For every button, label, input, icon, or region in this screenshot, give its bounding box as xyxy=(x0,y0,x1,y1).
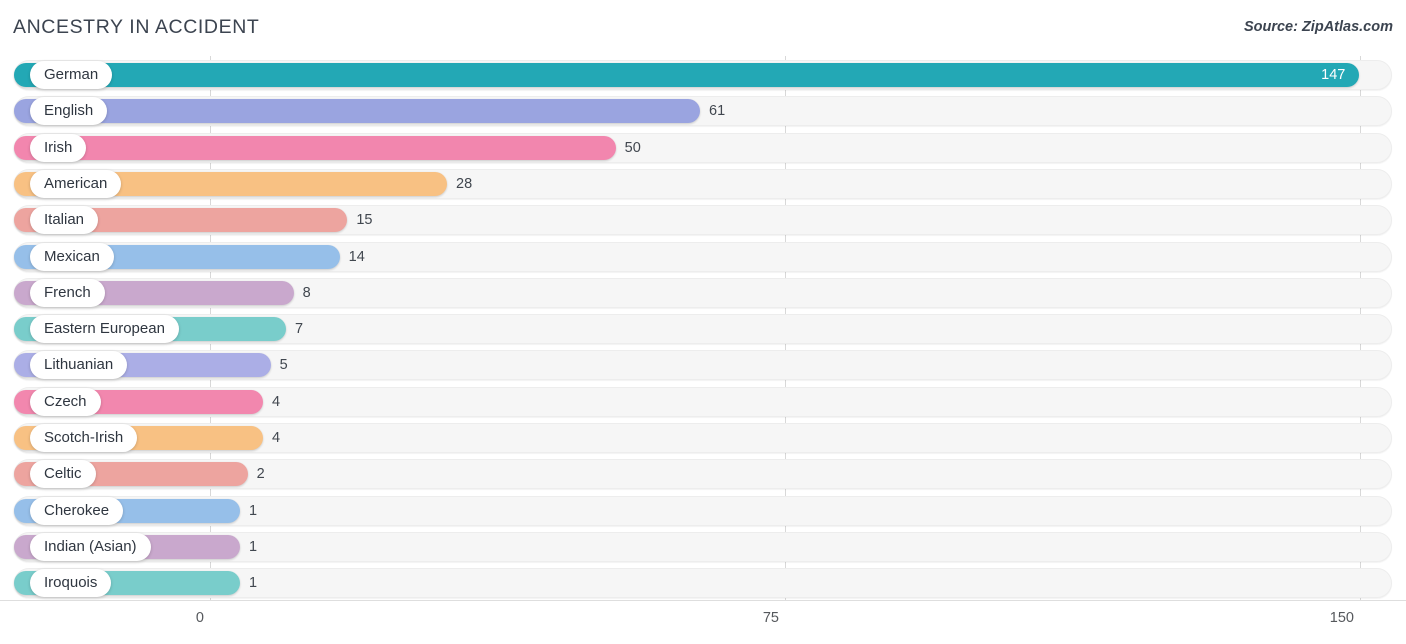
bar-value-label: 61 xyxy=(709,100,725,122)
bar-row[interactable]: Indian (Asian) 1 xyxy=(0,530,1406,566)
bar-row[interactable]: Czech 4 xyxy=(0,385,1406,421)
bar-row[interactable]: Lithuanian 5 xyxy=(0,348,1406,384)
bar-row[interactable]: French 8 xyxy=(0,276,1406,312)
bar-category-label: Lithuanian xyxy=(30,351,127,379)
bar-value-label: 4 xyxy=(272,427,280,449)
bar-category-label: Czech xyxy=(30,388,101,416)
bar-category-label: Italian xyxy=(30,206,98,234)
bar-category-label: Celtic xyxy=(30,460,96,488)
bar-category-label: Mexican xyxy=(30,243,114,271)
bar-value-label: 1 xyxy=(249,536,257,558)
x-tick-label: 150 xyxy=(1330,610,1354,626)
bar-value-label: 28 xyxy=(456,173,472,195)
chart-header: ANCESTRY IN ACCIDENT Source: ZipAtlas.co… xyxy=(0,0,1406,56)
bar-row[interactable]: Eastern European 7 xyxy=(0,312,1406,348)
bar-value-label: 4 xyxy=(272,391,280,413)
x-tick-label: 0 xyxy=(196,610,204,626)
bar-value-label: 5 xyxy=(280,354,288,376)
x-tick-label: 75 xyxy=(763,610,779,626)
bar-row[interactable]: Italian 15 xyxy=(0,203,1406,239)
bar-english[interactable] xyxy=(14,99,700,123)
bar-value-label: 8 xyxy=(303,282,311,304)
bar-value-label: 147 xyxy=(1321,64,1345,86)
bar-category-label: Irish xyxy=(30,134,86,162)
x-axis: 0 75 150 xyxy=(0,601,1406,644)
bar-category-label: French xyxy=(30,279,105,307)
bar-value-label: 1 xyxy=(249,500,257,522)
page-title: ANCESTRY IN ACCIDENT xyxy=(13,16,259,39)
chart-plot-area: German147English61Irish50American28Itali… xyxy=(0,56,1406,601)
bar-category-label: American xyxy=(30,170,121,198)
bar-value-label: 15 xyxy=(356,209,372,231)
bar-german[interactable] xyxy=(14,63,1359,87)
bar-value-label: 7 xyxy=(295,318,303,340)
bar-category-label: Iroquois xyxy=(30,569,111,597)
bar-value-label: 2 xyxy=(257,463,265,485)
bar-row[interactable]: Iroquois 1 xyxy=(0,566,1406,602)
bar-irish[interactable] xyxy=(14,136,616,160)
bar-row[interactable]: Celtic 2 xyxy=(0,457,1406,493)
bar-row[interactable]: Cherokee 1 xyxy=(0,494,1406,530)
bar-value-label: 14 xyxy=(349,246,365,268)
bar-category-label: Scotch-Irish xyxy=(30,424,137,452)
bar-row[interactable]: American 28 xyxy=(0,167,1406,203)
bar-row[interactable]: Mexican 14 xyxy=(0,240,1406,276)
bar-row[interactable]: English 61 xyxy=(0,94,1406,130)
bar-row[interactable]: Irish 50 xyxy=(0,131,1406,167)
bar-category-label: Eastern European xyxy=(30,315,179,343)
bar-category-label: German xyxy=(30,61,112,89)
bar-row[interactable]: Scotch-Irish 4 xyxy=(0,421,1406,457)
bar-category-label: English xyxy=(30,97,107,125)
bar-category-label: Indian (Asian) xyxy=(30,533,151,561)
bar-category-label: Cherokee xyxy=(30,497,123,525)
bar-value-label: 50 xyxy=(625,137,641,159)
bar-value-label: 1 xyxy=(249,572,257,594)
source-attribution: Source: ZipAtlas.com xyxy=(1244,19,1393,35)
bar-row[interactable]: German 147 xyxy=(0,58,1406,94)
